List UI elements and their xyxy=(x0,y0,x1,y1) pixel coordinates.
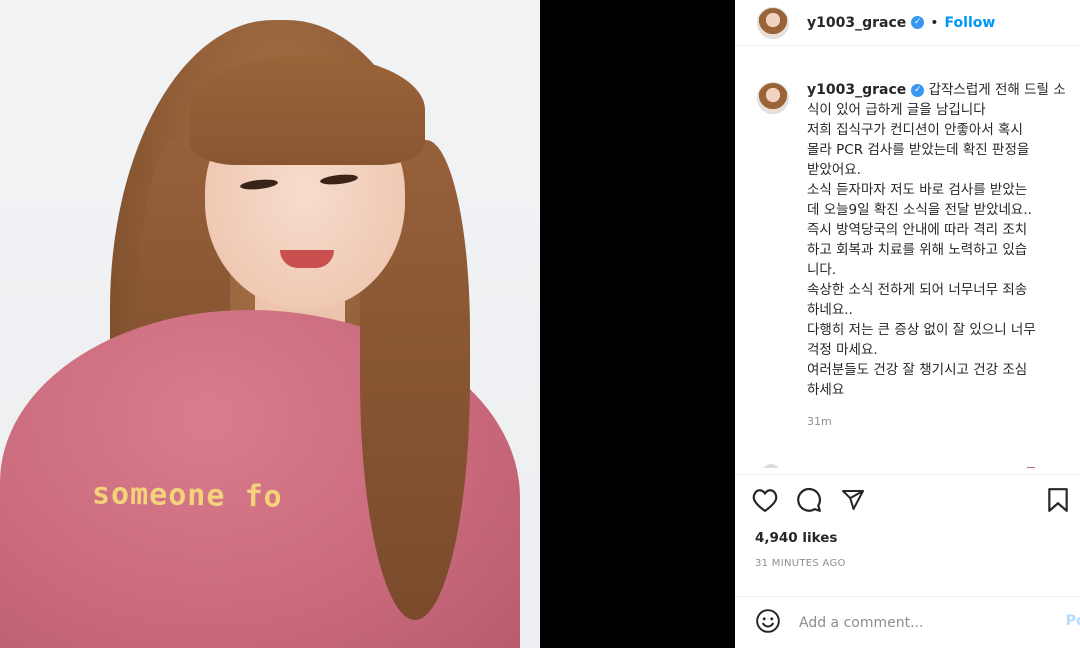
next-comment-partial xyxy=(757,458,1077,468)
follow-button[interactable]: Follow xyxy=(945,15,996,31)
post-time[interactable]: 31 MINUTES AGO xyxy=(755,558,846,569)
separator-dot: • xyxy=(930,14,939,31)
caption-line: 즉시 방역당국의 안내에 따라 격리 조치 xyxy=(807,222,1028,238)
heart-icon[interactable] xyxy=(751,486,779,514)
caption-line: 하고 회복과 치료를 위해 노력하고 있습 xyxy=(807,242,1028,258)
caption-line: 저희 집식구가 컨디션이 안좋아서 혹시 xyxy=(807,122,1023,138)
shirt-print-text: someone fo xyxy=(91,476,283,515)
caption-avatar[interactable] xyxy=(757,82,789,114)
post-header: y1003_grace ✓ • Follow xyxy=(735,0,1080,46)
caption-line: 니다. xyxy=(807,262,837,278)
caption-line: 걱정 마세요. xyxy=(807,342,878,358)
verified-badge-icon: ✓ xyxy=(911,83,925,97)
caption-row: y1003_grace ✓ 갑작스럽게 전해 드릴 소 식이 있어 급하게 글을 … xyxy=(757,80,1080,432)
verified-badge-icon: ✓ xyxy=(911,16,925,29)
paper-plane-icon[interactable] xyxy=(839,486,867,514)
header-avatar[interactable] xyxy=(757,6,789,39)
caption-line: 속상한 소식 전하게 되어 너무너무 죄송 xyxy=(807,282,1028,298)
caption-text: 갑작스럽게 전해 드릴 소 xyxy=(928,82,1066,98)
comment-input[interactable]: Add a comment... xyxy=(799,615,923,631)
caption-line: 데 오늘9일 확진 소식을 전달 받았네요.. xyxy=(807,202,1032,218)
caption-line: 하네요.. xyxy=(807,302,853,318)
caption-line: 하세요 xyxy=(807,382,845,398)
post-comment-button[interactable]: Pos xyxy=(1066,613,1080,629)
post-photo: someone fo xyxy=(0,0,540,648)
bangs xyxy=(190,55,425,165)
caption-body: y1003_grace ✓ 갑작스럽게 전해 드릴 소 식이 있어 급하게 글을 … xyxy=(807,80,1080,432)
likes-count[interactable]: 4,940 likes xyxy=(755,530,837,546)
caption-line-0: y1003_grace ✓ 갑작스럽게 전해 드릴 소 xyxy=(807,80,1080,100)
caption-line: 몰라 PCR 검사를 받았는데 확진 판정을 xyxy=(807,142,1030,158)
caption-line: 소식 듣자마자 저도 바로 검사를 받았는 xyxy=(807,182,1028,198)
caption-line: 식이 있어 급하게 글을 남깁니다 xyxy=(807,102,986,118)
caption-username[interactable]: y1003_grace xyxy=(807,82,906,98)
header-username[interactable]: y1003_grace xyxy=(807,15,906,31)
comments-section[interactable]: y1003_grace ✓ 갑작스럽게 전해 드릴 소 식이 있어 급하게 글을 … xyxy=(735,46,1080,458)
black-gap xyxy=(540,0,735,648)
action-bar xyxy=(735,474,1080,524)
caption-line: 여러분들도 건강 잘 챙기시고 건강 조심 xyxy=(807,362,1028,378)
add-comment-bar: Add a comment... Pos xyxy=(735,596,1080,648)
smiley-icon[interactable] xyxy=(755,608,781,638)
instagram-post-panel: y1003_grace ✓ • Follow y1003_grace ✓ 갑작스럽… xyxy=(735,0,1080,648)
caption-line: 받았어요. xyxy=(807,162,861,178)
caption-line: 다행히 저는 큰 증상 없이 잘 있으니 너무 xyxy=(807,322,1036,338)
bookmark-icon[interactable] xyxy=(1044,486,1072,514)
comment-bubble-icon[interactable] xyxy=(795,486,823,514)
caption-timestamp[interactable]: 31m xyxy=(807,412,1080,432)
